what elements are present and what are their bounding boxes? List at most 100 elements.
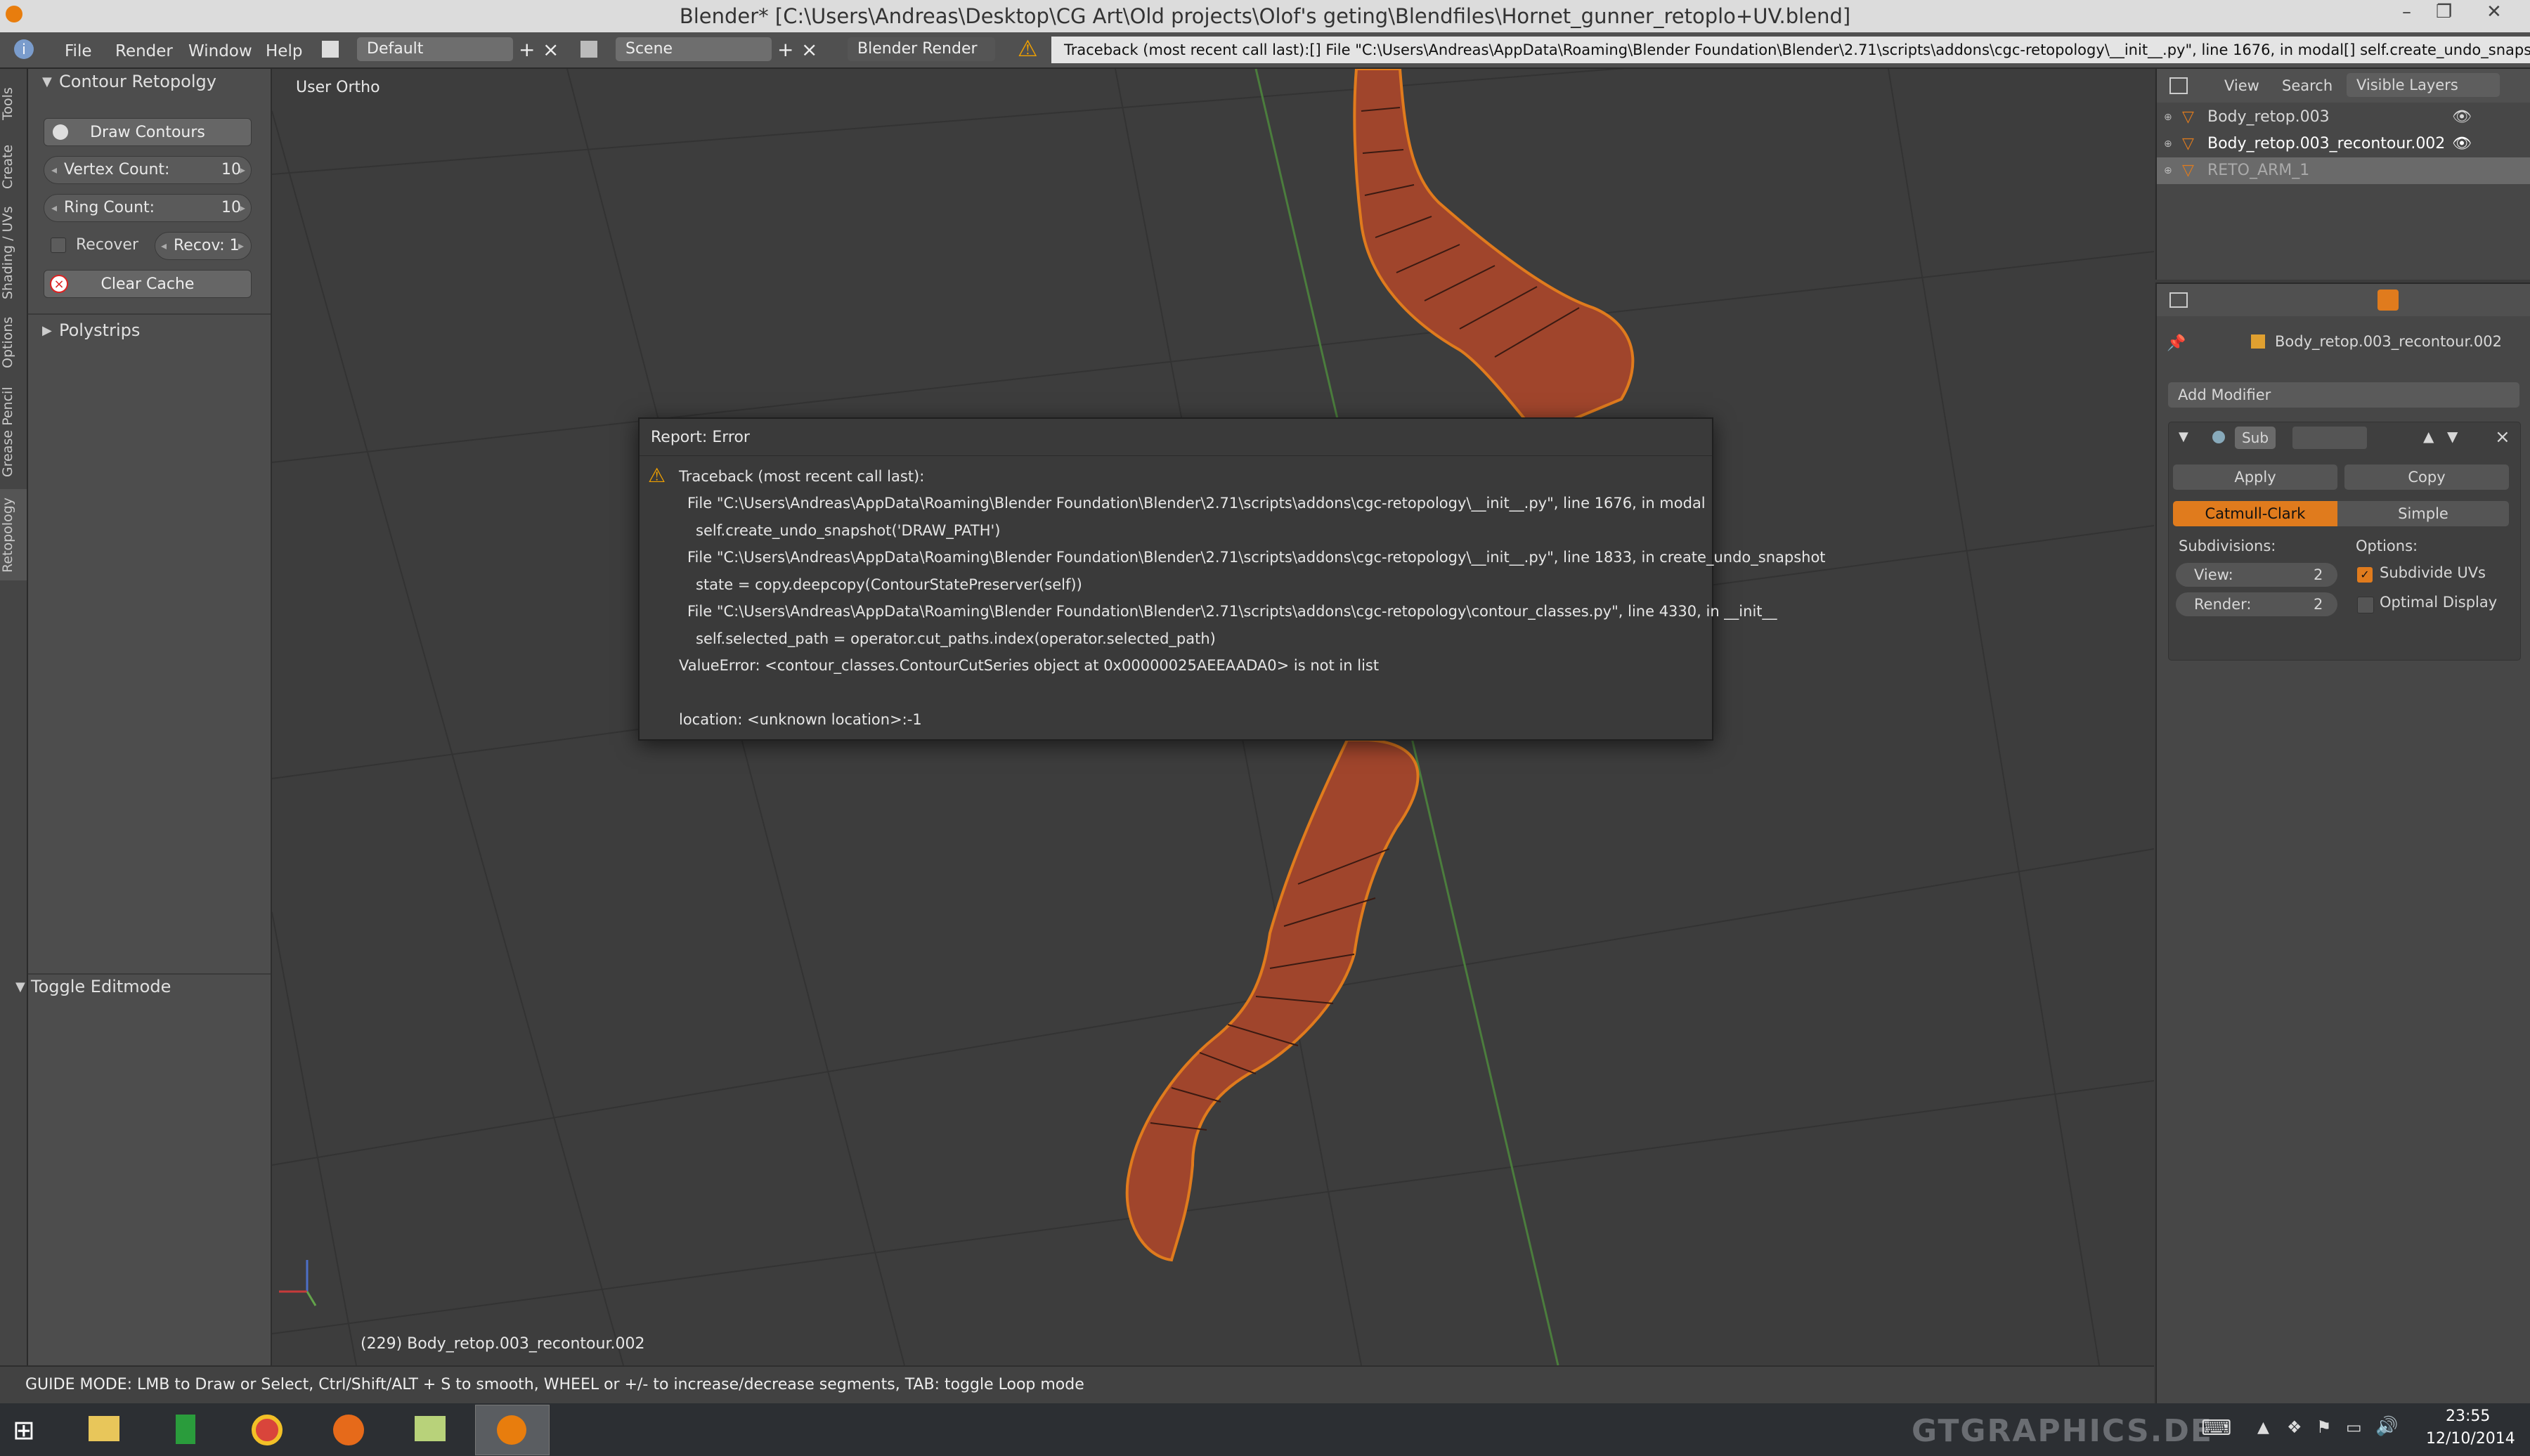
wrench-icon[interactable] [2377,290,2399,311]
vertex-count-field[interactable]: ◂ Vertex Count: 10 ▸ [44,156,252,184]
contour-retopology-panel-title[interactable]: Contour Retopolgy [59,72,216,91]
move-up-icon[interactable]: ▲ [2423,428,2434,445]
object-name: Body_retop.003_recontour.002 [2275,333,2502,350]
menu-file[interactable]: File [65,42,92,60]
info-editor-icon[interactable]: i [14,39,34,59]
keyboard-icon[interactable]: ⌨ [2201,1416,2231,1441]
modifier-name-field[interactable]: Sub [2235,427,2276,449]
pin-icon[interactable]: 📌 [2167,334,2186,352]
outliner-item-label: Body_retop.003_recontour.002 [2207,135,2446,152]
info-header: i File Render Window Help Default + × Sc… [0,32,2530,69]
expand-icon[interactable]: ⊕ [2164,131,2172,157]
outliner: View Search Visible Layers ⊕ ▽ Body_reto… [2155,69,2530,280]
move-down-icon[interactable]: ▼ [2447,428,2458,445]
render-engine-select[interactable]: Blender Render [848,37,995,61]
add-scene-button[interactable]: + [777,38,793,61]
tab-create[interactable]: Create [0,136,27,197]
layout-field[interactable]: Default [357,37,513,61]
display-toggle-buttons[interactable] [2292,427,2367,449]
firefox-taskbar-button[interactable] [312,1405,385,1454]
maximize-button[interactable]: ❐ [2436,1,2452,22]
menu-help[interactable]: Help [266,42,302,60]
panel-collapse-icon[interactable]: ▼ [15,980,25,994]
view-name-label: User Ortho [296,79,380,96]
clock-time[interactable]: 23:55 [2446,1408,2490,1425]
folder-icon [89,1416,119,1441]
tab-tools[interactable]: Tools [0,76,27,132]
remove-layout-button[interactable]: × [543,38,559,61]
traceback-line: File "C:\Users\Andreas\AppData\Roaming\B… [687,603,1777,620]
cancel-icon: × [50,275,68,293]
traceback-line: state = copy.deepcopy(ContourStatePreser… [696,576,1082,593]
scene-field[interactable]: Scene [616,37,772,61]
vertex-count-value: 10 [221,161,241,178]
apply-button[interactable]: Apply [2173,464,2337,490]
recov-field[interactable]: ◂ Recov: 1 ▸ [155,232,252,260]
network-icon[interactable]: ▭ [2346,1417,2362,1437]
outliner-item[interactable]: ⊕ ▽ Body_retop.003_recontour.002 👁 [2157,131,2530,157]
outliner-item-label: RETO_ARM_1 [2207,162,2310,179]
recover-checkbox[interactable] [51,238,66,253]
windows-start-icon[interactable]: ⊞ [13,1415,35,1445]
polystrips-panel-title[interactable]: Polystrips [59,320,140,340]
view-value: 2 [2314,566,2323,583]
blender-taskbar-button[interactable] [475,1405,550,1455]
volume-icon[interactable]: 🔊 [2375,1416,2398,1437]
expand-icon[interactable]: ⊕ [2164,157,2172,184]
error-report-dialog[interactable]: Report: Error ⚠ Traceback (most recent c… [638,417,1826,741]
simple-toggle[interactable]: Simple [2337,501,2509,526]
eye-icon[interactable]: 👁 [2452,131,2472,157]
display-mode-select[interactable]: Visible Layers [2347,73,2500,97]
layout-icon[interactable] [322,41,339,58]
scene-icon[interactable] [580,41,597,58]
menu-render[interactable]: Render [115,42,173,60]
clear-cache-button[interactable]: × Clear Cache [44,270,252,298]
view-levels-field[interactable]: View: 2 [2176,563,2337,587]
calculator-taskbar-button[interactable] [149,1405,222,1454]
remove-scene-button[interactable]: × [801,38,817,61]
files-taskbar-button[interactable] [394,1405,467,1454]
close-button[interactable]: ✕ [2486,1,2502,22]
show-hidden-icons[interactable]: ▲ [2257,1419,2269,1436]
dropbox-icon[interactable]: ❖ [2287,1417,2302,1437]
catmull-clark-toggle[interactable]: Catmull-Clark [2173,501,2337,526]
explorer-taskbar-button[interactable] [67,1405,141,1454]
flag-icon[interactable]: ⚑ [2316,1417,2332,1437]
expand-icon[interactable]: ⊕ [2164,104,2172,131]
toggle-editmode-panel-title[interactable]: Toggle Editmode [31,977,171,996]
properties-icon[interactable] [2169,292,2188,308]
outliner-item[interactable]: ⊕ ▽ Body_retop.003 👁 [2157,104,2530,131]
tab-options[interactable]: Options [0,309,27,375]
panel-expand-icon[interactable]: ▶ [42,323,52,338]
outliner-view-menu[interactable]: View [2224,77,2259,94]
collapse-icon[interactable]: ▼ [2179,429,2188,444]
render-levels-field[interactable]: Render: 2 [2176,592,2337,616]
eye-icon[interactable]: 👁 [2452,104,2472,131]
calculator-icon [176,1415,195,1444]
warning-report[interactable]: Traceback (most recent call last):[] Fil… [1051,37,2530,63]
firefox-icon [333,1415,364,1445]
outliner-item[interactable]: ⊕ ▽ RETO_ARM_1 [2157,157,2530,184]
chrome-taskbar-button[interactable] [231,1405,304,1454]
draw-contours-button[interactable]: Draw Contours [44,118,252,146]
tab-retopology[interactable]: Retopology [0,489,27,580]
clock-date[interactable]: 12/10/2014 [2426,1430,2515,1448]
add-modifier-button[interactable]: Add Modifier [2168,382,2519,408]
optimal-display-label: Optimal Display [2380,594,2498,611]
tab-shading-uvs[interactable]: Shading / UVs [0,201,27,305]
add-layout-button[interactable]: + [519,38,535,61]
copy-button[interactable]: Copy [2344,464,2509,490]
axis-gizmo [279,1260,317,1306]
ring-count-field[interactable]: ◂ Ring Count: 10 ▸ [44,194,252,222]
outliner-search-menu[interactable]: Search [2282,77,2333,94]
menu-window[interactable]: Window [188,42,252,60]
minimize-button[interactable]: – [2402,1,2411,22]
remove-modifier-icon[interactable]: × [2495,427,2510,448]
mesh-icon: ▽ [2182,135,2194,152]
subdivide-uvs-checkbox[interactable]: ✓ [2357,567,2373,583]
panel-collapse-icon[interactable]: ▼ [42,74,52,89]
optimal-display-checkbox[interactable] [2357,597,2374,613]
outliner-icon[interactable] [2169,77,2188,94]
render-value: 2 [2314,596,2323,613]
tab-grease-pencil[interactable]: Grease Pencil [0,379,27,485]
